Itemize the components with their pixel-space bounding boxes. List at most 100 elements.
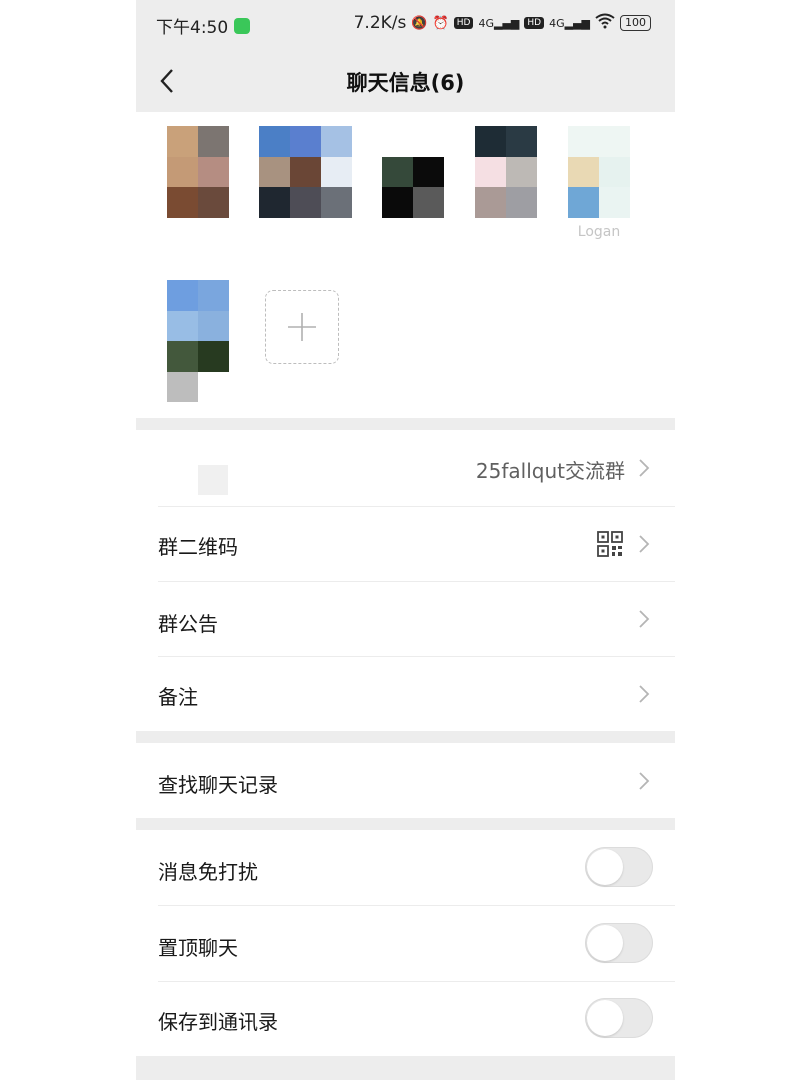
section-divider: [136, 818, 675, 830]
avatar-pixel: [321, 156, 352, 188]
chevron-right-icon: [639, 772, 650, 790]
pin-row: 置顶聊天: [136, 906, 675, 981]
qr-code-label: 群二维码: [158, 535, 238, 559]
avatar-pixel: [599, 187, 630, 218]
avatar-pixel: [413, 126, 444, 157]
qr-code-row[interactable]: 群二维码: [136, 507, 675, 581]
mute-label: 消息免打扰: [158, 860, 258, 884]
save-contacts-row: 保存到通讯录: [136, 982, 675, 1056]
avatar-pixel: [198, 310, 229, 342]
chat-info-screen: 下午4:50 7.2K/s 🔕 ⏰ HD 4G▂▄▆ HD 4G▂▄▆ 100 …: [136, 0, 675, 1080]
avatar-pixel: [599, 156, 630, 188]
group-name-label: [198, 465, 228, 495]
signal-icon: 4G▂▄▆: [549, 16, 590, 30]
save-contacts-label: 保存到通讯录: [158, 1010, 278, 1034]
avatar-pixel: [259, 126, 290, 157]
avatar-pixel: [321, 126, 352, 157]
remark-row[interactable]: 备注: [136, 657, 675, 731]
avatar-pixel: [167, 310, 198, 342]
mute-row: 消息免打扰: [136, 830, 675, 905]
member-avatar[interactable]: [382, 126, 444, 218]
remark-label: 备注: [158, 685, 198, 709]
avatar-pixel: [198, 126, 229, 157]
avatar-pixel: [167, 156, 198, 188]
hd-badge-1: HD: [453, 17, 474, 29]
section-divider: [136, 418, 675, 430]
avatar-pixel: [506, 126, 537, 157]
network-type-2: 4G: [549, 16, 565, 30]
chevron-right-icon: [639, 610, 650, 628]
avatar-pixel: [475, 156, 506, 188]
signal-icon: 4G▂▄▆: [478, 16, 520, 30]
pin-toggle[interactable]: [585, 923, 653, 963]
group-name-value: 25fallqut交流群: [475, 459, 625, 483]
section-divider: [136, 1056, 675, 1080]
avatar-pixel: [167, 280, 198, 311]
chevron-right-icon: [639, 685, 650, 703]
member-grid: Logan: [136, 112, 675, 418]
page-title: 聊天信息(6): [346, 71, 465, 95]
avatar-pixel: [290, 156, 321, 188]
search-history-row[interactable]: 查找聊天记录: [136, 743, 675, 818]
avatar-pixel: [290, 187, 321, 218]
battery-icon: 100: [620, 15, 651, 31]
avatar-pixel: [198, 280, 229, 311]
avatar-pixel: [259, 187, 290, 218]
avatar-pixel: [568, 126, 599, 157]
member-avatar[interactable]: [568, 126, 630, 218]
network-speed: 7.2K/s: [353, 13, 407, 33]
section-divider: [136, 731, 675, 743]
avatar-pixel: [167, 126, 198, 157]
avatar-pixel: [167, 371, 198, 402]
toggle-knob: [587, 849, 623, 885]
avatar-pixel: [382, 156, 413, 188]
avatar-pixel: [506, 187, 537, 218]
avatar-pixel: [198, 371, 229, 402]
avatar-pixel: [413, 187, 444, 218]
avatar-pixel: [198, 156, 229, 188]
alarm-icon: ⏰: [432, 15, 449, 31]
group-notice-label: 群公告: [158, 612, 218, 636]
avatar-pixel: [321, 187, 352, 218]
avatar-pixel: [599, 126, 630, 157]
chevron-right-icon: [639, 459, 650, 477]
wifi-icon: [595, 13, 615, 33]
avatar-pixel: [198, 187, 229, 218]
group-name-row[interactable]: 25fallqut交流群: [136, 430, 675, 506]
toggle-knob: [587, 1000, 623, 1036]
hd-badge-2: HD: [524, 17, 545, 29]
pin-label: 置顶聊天: [158, 936, 238, 960]
avatar-pixel: [259, 156, 290, 188]
search-history-label: 查找聊天记录: [158, 773, 278, 797]
avatar-pixel: [475, 187, 506, 218]
member-avatar[interactable]: [167, 280, 229, 402]
avatar-pixel: [167, 341, 198, 372]
member-avatar[interactable]: [259, 126, 352, 218]
group-notice-row[interactable]: 群公告: [136, 582, 675, 656]
avatar-pixel: [198, 341, 229, 372]
member-avatar[interactable]: [475, 126, 537, 218]
clock: 下午4:50: [156, 18, 229, 38]
avatar-pixel: [382, 126, 413, 157]
mute-toggle[interactable]: [585, 847, 653, 887]
chevron-right-icon: [639, 535, 650, 553]
avatar-pixel: [382, 187, 413, 218]
plus-icon: [288, 313, 316, 341]
status-bar: 下午4:50 7.2K/s 🔕 ⏰ HD 4G▂▄▆ HD 4G▂▄▆ 100: [136, 0, 675, 50]
member-name: Logan: [577, 224, 621, 240]
nav-bar: 聊天信息(6): [136, 50, 675, 112]
avatar-pixel: [506, 156, 537, 188]
avatar-pixel: [475, 126, 506, 157]
qr-code-icon: [597, 531, 623, 557]
avatar-pixel: [568, 187, 599, 218]
app-notification-icon: [234, 17, 251, 34]
add-member-button[interactable]: [265, 290, 339, 364]
member-avatar[interactable]: [167, 126, 229, 218]
save-contacts-toggle[interactable]: [585, 998, 653, 1038]
avatar-pixel: [167, 187, 198, 218]
toggle-knob: [587, 925, 623, 961]
avatar-pixel: [568, 156, 599, 188]
avatar-pixel: [413, 156, 444, 188]
network-type-1: 4G: [478, 16, 494, 30]
mute-icon: 🔕: [411, 15, 428, 31]
